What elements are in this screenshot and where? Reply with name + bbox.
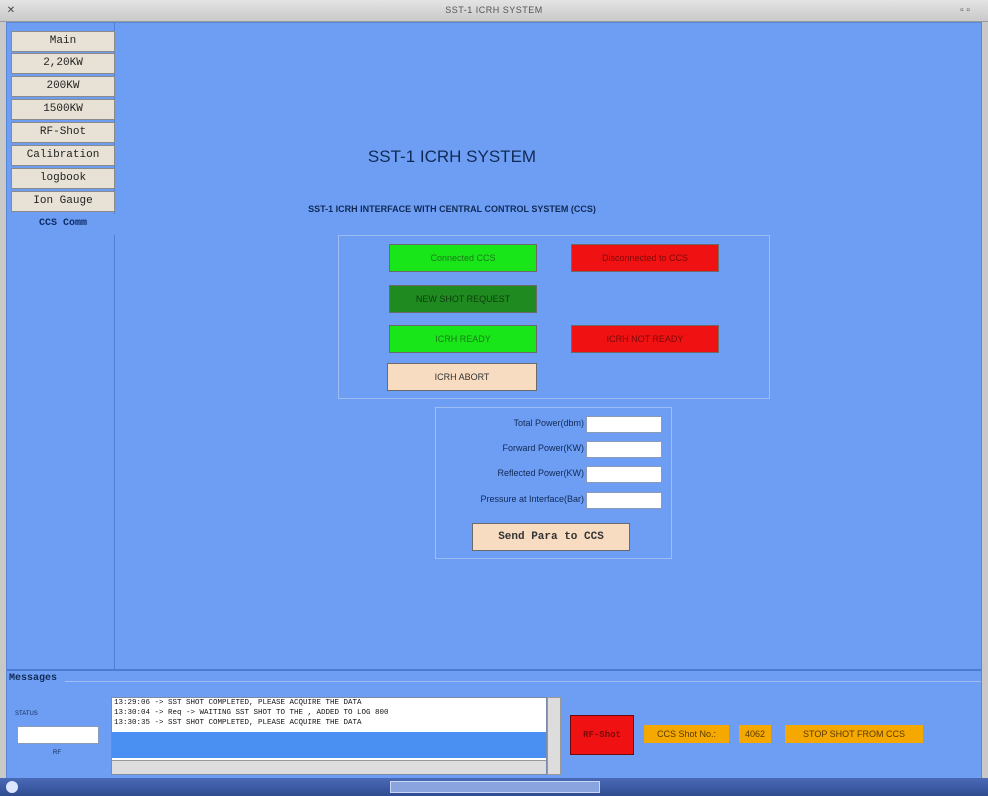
nav-main-button[interactable]: Main [11, 31, 115, 52]
status-small-label: RF [53, 750, 61, 756]
ccs-status-panel: Connected CCS Disconnected to CCS NEW SH… [338, 235, 770, 399]
app-window: Main 2,20KW 200KW 1500KW RF-Shot Calibra… [6, 22, 982, 779]
start-menu-icon[interactable] [6, 781, 18, 793]
pressure-interface-field[interactable] [586, 492, 662, 509]
reflected-power-label: Reflected Power(KW) [497, 468, 584, 478]
status-field [17, 726, 99, 744]
send-para-button[interactable]: Send Para to CCS [472, 523, 630, 551]
forward-power-field[interactable] [586, 441, 662, 458]
messages-panel: Messages STATUS RF 13:29:06 -> SST SHOT … [7, 669, 981, 779]
log-line: 13:30:04 -> Req -> WAITING SST SHOT TO T… [114, 709, 389, 717]
ccs-shot-label: CCS Shot No.: [644, 725, 729, 743]
log-line: 13:29:06 -> SST SHOT COMPLETED, PLEASE A… [114, 699, 362, 707]
parameter-panel: Total Power(dbm) Forward Power(KW) Refle… [435, 407, 672, 559]
taskbar [0, 778, 988, 796]
disconnected-ccs-button[interactable]: Disconnected to CCS [571, 244, 719, 272]
message-log[interactable]: 13:29:06 -> SST SHOT COMPLETED, PLEASE A… [111, 697, 547, 775]
log-vertical-scrollbar[interactable] [547, 697, 561, 775]
log-horizontal-scrollbar[interactable] [112, 760, 546, 774]
total-power-label: Total Power(dbm) [513, 418, 584, 428]
page-subtitle: SST-1 ICRH INTERFACE WITH CENTRAL CONTRO… [308, 204, 596, 214]
reflected-power-field[interactable] [586, 466, 662, 483]
window-titlebar: ✕ SST-1 ICRH SYSTEM ▫ ▫ [0, 0, 988, 22]
sidebar: Main 2,20KW 200KW 1500KW RF-Shot Calibra… [7, 23, 115, 669]
page-title: SST-1 ICRH SYSTEM [367, 147, 537, 166]
connected-ccs-button[interactable]: Connected CCS [389, 244, 537, 272]
icrh-abort-button[interactable]: ICRH ABORT [387, 363, 537, 391]
forward-power-label: Forward Power(KW) [502, 443, 584, 453]
total-power-field[interactable] [586, 416, 662, 433]
window-title: SST-1 ICRH SYSTEM [445, 5, 543, 15]
log-line: 13:30:35 -> SST SHOT COMPLETED, PLEASE A… [114, 719, 362, 727]
nav-ccs-comm-tab[interactable]: CCS Comm [11, 214, 115, 235]
nav-200kw-button[interactable]: 200KW [11, 76, 115, 97]
pressure-interface-label: Pressure at Interface(Bar) [480, 494, 584, 504]
main-panel: SST-1 ICRH SYSTEM SST-1 ICRH INTERFACE W… [117, 23, 981, 669]
messages-title: Messages [9, 673, 58, 684]
status-label: STATUS [15, 711, 38, 717]
nav-2-20kw-button[interactable]: 2,20KW [11, 53, 115, 74]
messages-divider [65, 681, 981, 682]
log-selection [112, 732, 546, 758]
ccs-shot-value: 4062 [739, 725, 771, 743]
icrh-ready-button[interactable]: ICRH READY [389, 325, 537, 353]
stop-shot-button[interactable]: STOP SHOT FROM CCS [785, 725, 923, 743]
rf-shot-indicator: RF-Shot [570, 715, 634, 755]
taskbar-window-button[interactable] [390, 781, 600, 793]
nav-rf-shot-button[interactable]: RF-Shot [11, 122, 115, 143]
nav-logbook-button[interactable]: logbook [11, 168, 115, 189]
icrh-not-ready-button[interactable]: ICRH NOT READY [571, 325, 719, 353]
nav-1500kw-button[interactable]: 1500KW [11, 99, 115, 120]
window-controls-icon[interactable]: ▫ ▫ [950, 4, 980, 17]
new-shot-request-button[interactable]: NEW SHOT REQUEST [389, 285, 537, 313]
